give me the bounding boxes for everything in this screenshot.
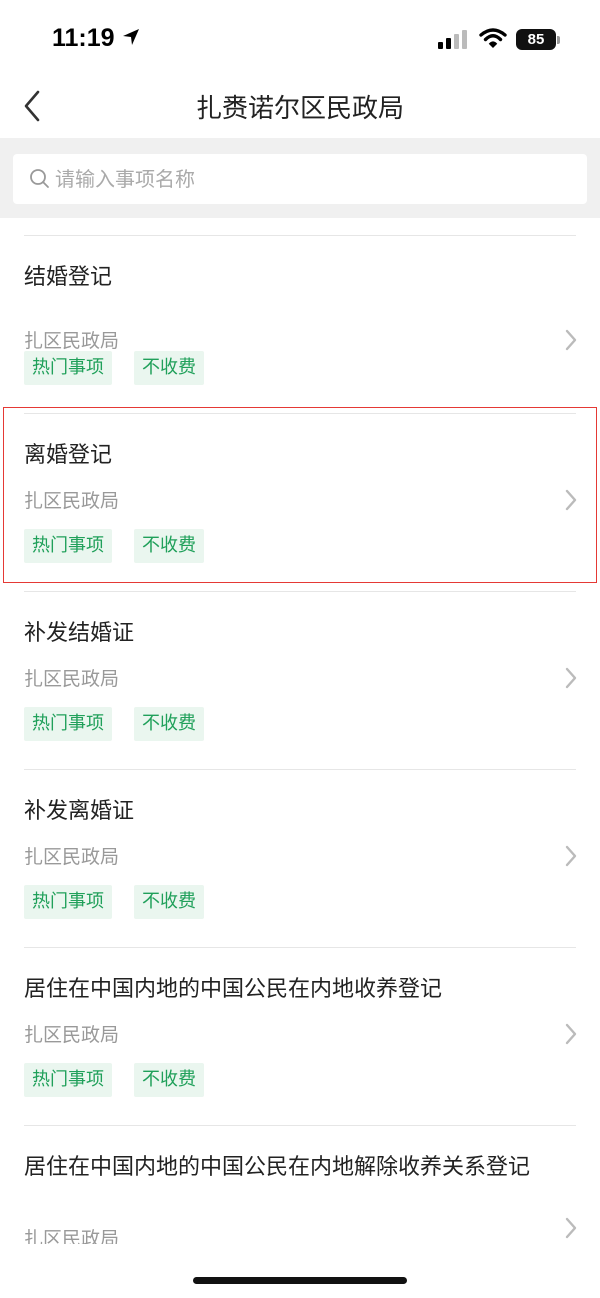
chevron-right-icon: [564, 328, 578, 356]
tag-free: 不收费: [134, 707, 204, 741]
cellular-signal-icon: [438, 30, 468, 54]
item-tags: 热门事项 不收费: [24, 529, 204, 563]
list-item-reissue-divorce-certificate[interactable]: 补发离婚证 扎区民政局 热门事项 不收费: [0, 770, 600, 948]
tag-hot: 热门事项: [24, 1063, 112, 1097]
item-name: 结婚登记: [24, 265, 113, 290]
location-arrow-icon: [121, 27, 141, 51]
item-name: 居住在中国内地的中国公民在内地收养登记: [24, 977, 443, 1002]
list-item-marriage-registration[interactable]: 结婚登记 扎区民政局 热门事项 不收费: [0, 236, 600, 414]
status-time: 11:19: [52, 24, 115, 52]
list-item-dissolve-adoption-registration[interactable]: 居住在中国内地的中国公民在内地解除收养关系登记 扎区民政局: [0, 1126, 600, 1244]
tag-free: 不收费: [134, 885, 204, 919]
search-icon: [29, 168, 51, 194]
tag-hot: 热门事项: [24, 529, 112, 563]
home-indicator: [193, 1277, 407, 1284]
list-item-divorce-registration[interactable]: 离婚登记 扎区民政局 热门事项 不收费: [0, 414, 600, 592]
search-input[interactable]: [55, 154, 555, 204]
chevron-right-icon: [564, 844, 578, 872]
item-department: 扎区民政局: [24, 1228, 120, 1244]
battery-icon: [557, 36, 560, 44]
tag-free: 不收费: [134, 351, 204, 385]
tag-hot: 热门事项: [24, 885, 112, 919]
tag-hot: 热门事项: [24, 707, 112, 741]
chevron-right-icon: [564, 1022, 578, 1050]
list-item-adoption-registration[interactable]: 居住在中国内地的中国公民在内地收养登记 扎区民政局 热门事项 不收费: [0, 948, 600, 1126]
item-tags: 热门事项 不收费: [24, 1063, 204, 1097]
tag-free: 不收费: [134, 1063, 204, 1097]
nav-header: 扎赉诺尔区民政局: [0, 80, 600, 138]
item-name: 离婚登记: [24, 443, 113, 468]
item-tags: 热门事项 不收费: [24, 351, 204, 385]
item-department: 扎区民政局: [24, 330, 120, 352]
item-department: 扎区民政局: [24, 668, 120, 690]
item-tags: 热门事项 不收费: [24, 707, 204, 741]
item-department: 扎区民政局: [24, 1024, 120, 1046]
wifi-icon: [479, 27, 507, 53]
item-department: 扎区民政局: [24, 846, 120, 868]
chevron-right-icon: [564, 666, 578, 694]
item-name: 居住在中国内地的中国公民在内地解除收养关系登记: [24, 1155, 531, 1180]
chevron-right-icon: [564, 1216, 578, 1244]
item-name: 补发结婚证: [24, 621, 135, 646]
service-list: 结婚登记 扎区民政局 热门事项 不收费 离婚登记 扎区民政局 热门事项 不收费 …: [0, 218, 600, 1244]
tag-hot: 热门事项: [24, 351, 112, 385]
tag-free: 不收费: [134, 529, 204, 563]
status-bar: 11:19 85: [0, 0, 600, 80]
chevron-right-icon: [564, 488, 578, 516]
search-bar-area: [0, 138, 600, 218]
item-tags: 热门事项 不收费: [24, 885, 204, 919]
list-item-reissue-marriage-certificate[interactable]: 补发结婚证 扎区民政局 热门事项 不收费: [0, 592, 600, 770]
page-title: 扎赉诺尔区民政局: [195, 94, 404, 124]
item-name: 补发离婚证: [24, 799, 135, 824]
item-department: 扎区民政局: [24, 490, 120, 512]
battery-level: 85: [516, 29, 556, 50]
search-box[interactable]: [13, 154, 587, 204]
